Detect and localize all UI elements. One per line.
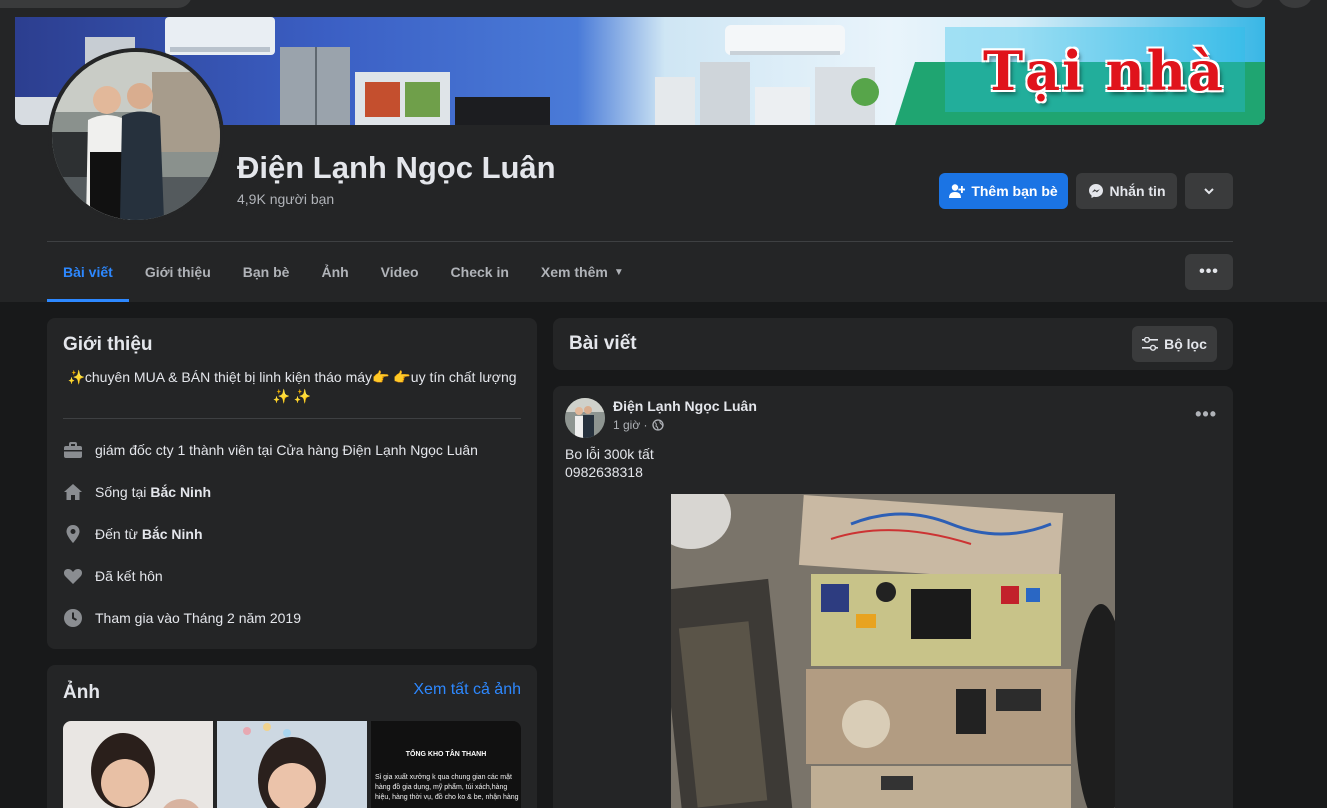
intro-work-text: giám đốc cty 1 thành viên tại Cửa hàng Đ… [95,442,478,458]
location-pin-icon [63,524,83,544]
avatar-photo [52,52,220,220]
intro-bio: ✨chuyên MUA & BÁN thiệt bị linh kiện thá… [63,368,521,406]
add-friend-icon [949,184,966,198]
tab-posts-label: Bài viết [63,264,113,280]
tab-posts[interactable]: Bài viết [47,242,129,302]
see-all-photos-link[interactable]: Xem tất cả ảnh [413,681,521,699]
post-text-line2[interactable]: 0982638318 [565,463,654,481]
profile-tabs: Bài viết Giới thiệu Bạn bè Ảnh Video Che… [47,242,640,302]
tab-friends-label: Bạn bè [242,264,290,280]
photo-thumbnail-image [217,721,367,808]
photo-thumbnail[interactable] [217,721,367,808]
post-image-circuit-boards [671,494,1115,808]
add-friend-label: Thêm bạn bè [971,183,1058,199]
clock-icon [63,608,83,628]
home-icon [63,482,83,502]
friend-count[interactable]: 4,9K người bạn [237,191,334,207]
post-author-name[interactable]: Điện Lạnh Ngọc Luân [613,398,757,414]
intro-bio-line1: ✨chuyên MUA & BÁN thiệt bị linh kiện thá… [67,369,517,385]
filter-label: Bộ lọc [1164,336,1207,352]
tab-photos-label: Ảnh [321,264,349,280]
post-timestamp[interactable]: 1 giờ · [613,418,648,432]
message-label: Nhắn tin [1109,183,1166,199]
intro-lives-prefix: Sống tại [95,484,147,500]
thumb-banner-text: Sỉ gia xuất xưởng k qua chung gian các m… [375,774,519,801]
add-friend-button[interactable]: Thêm bạn bè [939,173,1068,209]
message-button[interactable]: Nhắn tin [1076,173,1177,209]
top-navigation-bar [0,0,1327,17]
ellipsis-icon: ••• [1195,404,1217,424]
photo-thumbnail[interactable] [63,721,213,808]
intro-relationship-text: Đã kết hôn [95,568,163,584]
intro-from-place[interactable]: Bắc Ninh [142,526,203,542]
tabs-more-options-button[interactable]: ••• [1185,254,1233,290]
photos-card: Ảnh Xem tất cả ảnh TỔNG KHO TÂN THANH Sỉ… [47,665,537,808]
intro-work: giám đốc cty 1 thành viên tại Cửa hàng Đ… [63,440,478,460]
intro-lives: Sống tại Bắc Ninh [63,482,211,502]
intro-title: Giới thiệu [63,334,153,355]
posts-header-card: Bài viết Bộ lọc [553,318,1233,370]
tab-more-label: Xem thêm [540,264,608,280]
cover-title-text: Tại nhà [983,39,1225,103]
intro-divider [63,418,521,419]
intro-from: Đến từ Bắc Ninh [63,524,203,544]
post-card: Điện Lạnh Ngọc Luân 1 giờ · ••• Bo lỗi 3… [553,386,1233,808]
post-text-line1: Bo lỗi 300k tất [565,446,654,462]
intro-relationship: Đã kết hôn [63,566,163,586]
tab-photos[interactable]: Ảnh [305,242,364,302]
briefcase-icon [63,440,83,460]
caret-down-icon: ▼ [613,266,624,278]
post-author-avatar-image [565,398,605,438]
globe-icon [651,419,664,431]
tab-about-label: Giới thiệu [144,264,211,280]
tab-friends[interactable]: Bạn bè [227,242,306,302]
post-options-button[interactable]: ••• [1195,404,1217,425]
ellipsis-icon: ••• [1199,263,1219,280]
posts-title: Bài viết [569,333,637,354]
tab-videos-label: Video [380,264,419,280]
photo-thumbnail[interactable]: TỔNG KHO TÂN THANH Sỉ gia xuất xưởng k q… [371,721,521,808]
post-author-avatar[interactable] [565,398,605,438]
photo-thumbnail-image [63,721,213,808]
account-button[interactable] [1278,0,1312,8]
tab-about[interactable]: Giới thiệu [129,242,227,302]
tab-videos[interactable]: Video [365,242,435,302]
tab-checkins[interactable]: Check in [435,242,525,302]
tab-more[interactable]: Xem thêm ▼ [525,242,640,302]
intro-joined-text: Tham gia vào Tháng 2 năm 2019 [95,610,301,626]
post-text: Bo lỗi 300k tất 0982638318 [565,445,654,481]
filter-button[interactable]: Bộ lọc [1132,326,1217,362]
heart-icon [63,566,83,586]
messenger-icon [1088,184,1103,198]
intro-card: Giới thiệu ✨chuyên MUA & BÁN thiệt bị li… [47,318,537,649]
more-actions-button[interactable] [1185,173,1233,209]
notifications-button[interactable] [1230,0,1264,8]
intro-bio-line2: ✨ ✨ [272,388,312,404]
intro-joined: Tham gia vào Tháng 2 năm 2019 [63,608,301,628]
thumb-banner-title: TỔNG KHO TÂN THANH [405,751,487,758]
intro-from-prefix: Đến từ [95,526,138,542]
profile-avatar[interactable] [48,48,224,224]
chevron-down-icon [1204,188,1214,195]
page-title: Điện Lạnh Ngọc Luân [237,150,556,185]
post-meta: 1 giờ · [613,418,664,432]
post-image[interactable] [671,494,1115,808]
search-bar[interactable] [0,0,192,8]
tab-checkins-label: Check in [450,264,509,280]
filter-icon [1142,337,1159,351]
photos-title: Ảnh [63,682,100,703]
intro-lives-place[interactable]: Bắc Ninh [150,484,211,500]
